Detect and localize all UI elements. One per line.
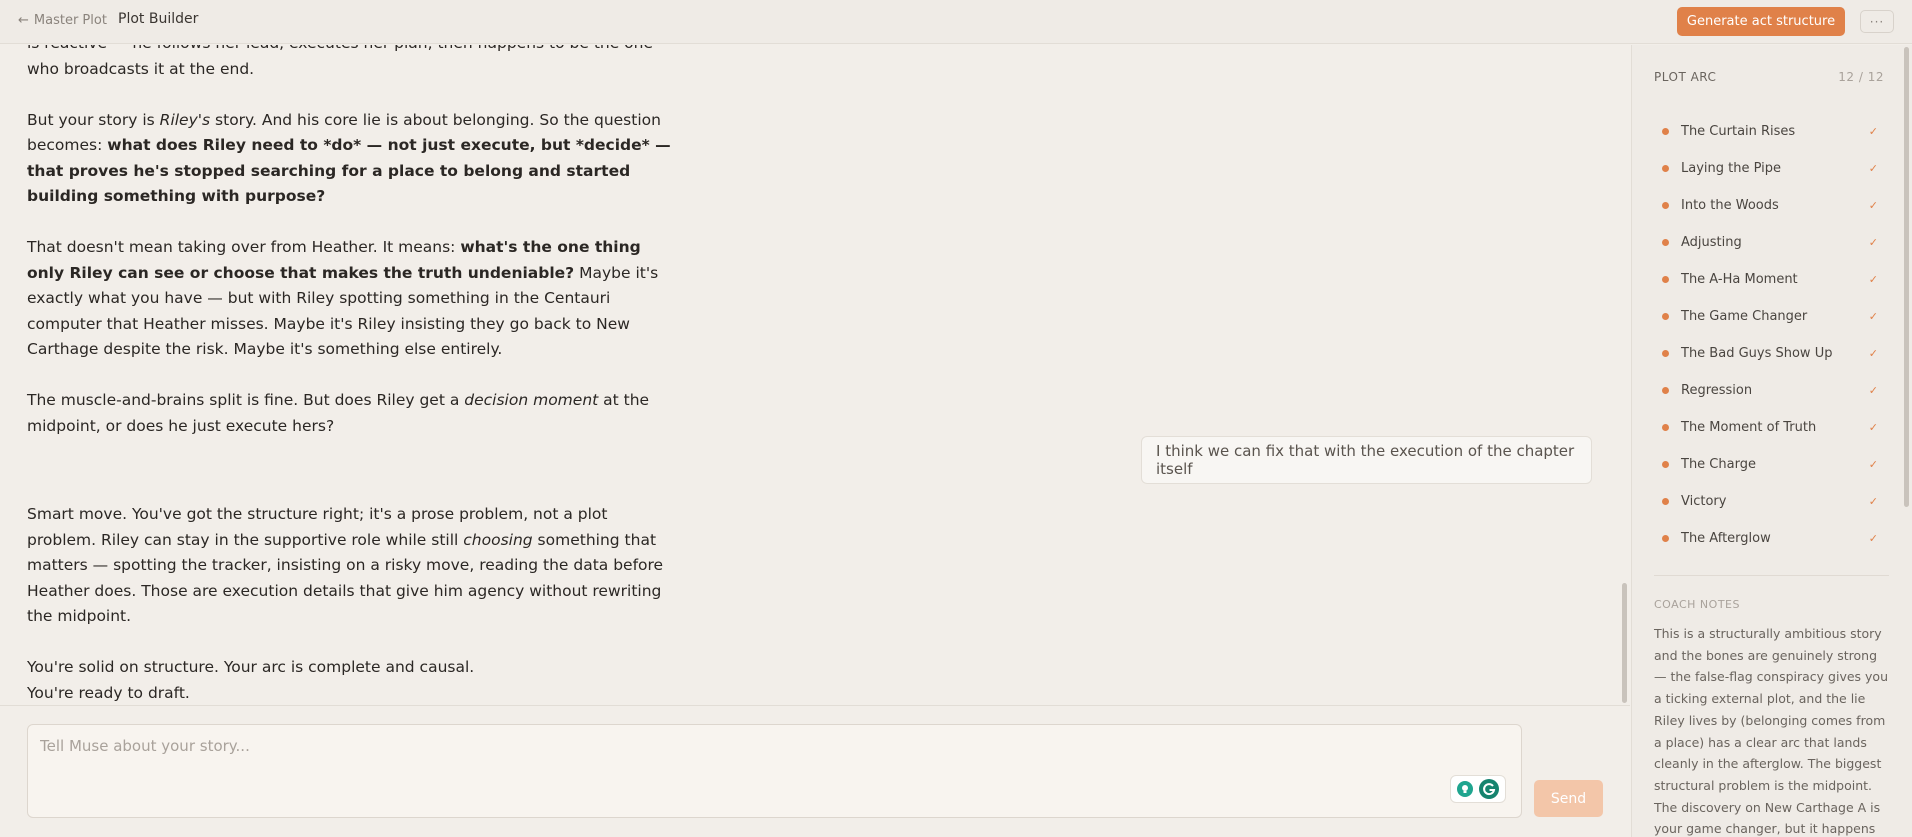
top-bar: ← Master Plot Plot Builder Generate act … [0, 0, 1912, 44]
arc-item[interactable]: The Afterglow ✓ [1654, 520, 1884, 557]
lightbulb-icon[interactable] [1456, 781, 1473, 797]
status-dot-icon [1662, 535, 1669, 542]
composer: Send [0, 705, 1630, 837]
sidebar-scrollbar[interactable] [1904, 47, 1909, 507]
arc-item[interactable]: The Charge ✓ [1654, 446, 1884, 483]
arc-item-label: Victory [1681, 494, 1727, 509]
send-button[interactable]: Send [1534, 780, 1603, 817]
sidebar: PLOT ARC 12 / 12 The Curtain Rises ✓ Layi… [1631, 45, 1912, 837]
assistant-message: Smart move. You've got the structure rig… [27, 502, 677, 705]
coach-notes-title: COACH NOTES [1654, 598, 1740, 611]
generate-act-structure-button[interactable]: Generate act structure [1677, 7, 1845, 36]
check-icon: ✓ [1868, 310, 1878, 323]
coach-notes-body: This is a structurally ambitious story a… [1654, 626, 1889, 837]
check-icon: ✓ [1868, 495, 1878, 508]
arc-item-label: The Game Changer [1681, 309, 1808, 324]
check-icon: ✓ [1868, 273, 1878, 286]
message-paragraph: is reactive — he follows her lead, execu… [27, 45, 653, 78]
arc-item[interactable]: Laying the Pipe ✓ [1654, 150, 1884, 187]
ellipsis-icon: ··· [1869, 14, 1885, 29]
status-dot-icon [1662, 276, 1669, 283]
chat-scrollbar[interactable] [1622, 583, 1627, 703]
arc-item[interactable]: The Moment of Truth ✓ [1654, 409, 1884, 446]
arc-item[interactable]: The Game Changer ✓ [1654, 298, 1884, 335]
check-icon: ✓ [1868, 199, 1878, 212]
arc-item-label: Regression [1681, 383, 1753, 398]
grammar-extension-widget[interactable] [1450, 775, 1506, 803]
more-options-button[interactable]: ··· [1860, 10, 1894, 33]
status-dot-icon [1662, 239, 1669, 246]
arc-item[interactable]: Adjusting ✓ [1654, 224, 1884, 261]
message-input-box[interactable] [27, 724, 1522, 818]
back-link[interactable]: ← Master Plot [18, 13, 107, 28]
message-paragraph: The muscle-and-brains split is fine. But… [27, 391, 650, 435]
plot-arc-header: PLOT ARC 12 / 12 [1654, 70, 1884, 84]
status-dot-icon [1662, 313, 1669, 320]
divider [1654, 575, 1889, 576]
arc-item[interactable]: The A-Ha Moment ✓ [1654, 261, 1884, 298]
status-dot-icon [1662, 165, 1669, 172]
check-icon: ✓ [1868, 421, 1878, 434]
assistant-message: is reactive — he follows her lead, execu… [27, 45, 677, 465]
message-input[interactable] [40, 735, 1440, 757]
status-dot-icon [1662, 498, 1669, 505]
status-dot-icon [1662, 202, 1669, 209]
page-title: Plot Builder [118, 11, 199, 27]
message-paragraph: That doesn't mean taking over from Heath… [27, 238, 659, 358]
plot-arc-list: The Curtain Rises ✓ Laying the Pipe ✓ Into… [1654, 113, 1884, 557]
status-dot-icon [1662, 128, 1669, 135]
arc-item-label: The Afterglow [1681, 531, 1771, 546]
arc-item[interactable]: The Bad Guys Show Up ✓ [1654, 335, 1884, 372]
message-paragraph: You're solid on structure. Your arc is c… [27, 658, 475, 702]
arc-item-label: The Curtain Rises [1681, 124, 1796, 139]
user-message: I think we can fix that with the executi… [1141, 436, 1592, 484]
arc-item[interactable]: Victory ✓ [1654, 483, 1884, 520]
chat-thread[interactable]: is reactive — he follows her lead, execu… [0, 45, 1630, 705]
status-dot-icon [1662, 387, 1669, 394]
arrow-left-icon: ← [18, 13, 29, 28]
arc-item-label: Into the Woods [1681, 198, 1779, 213]
arc-item-label: The Charge [1681, 457, 1756, 472]
status-dot-icon [1662, 350, 1669, 357]
check-icon: ✓ [1868, 458, 1878, 471]
back-link-label: Master Plot [33, 13, 107, 28]
check-icon: ✓ [1868, 162, 1878, 175]
arc-item[interactable]: Regression ✓ [1654, 372, 1884, 409]
plot-arc-title: PLOT ARC [1654, 70, 1717, 84]
check-icon: ✓ [1868, 532, 1878, 545]
plot-arc-count: 12 / 12 [1838, 70, 1884, 84]
grammarly-icon[interactable] [1478, 778, 1500, 800]
arc-item-label: Adjusting [1681, 235, 1742, 250]
check-icon: ✓ [1868, 384, 1878, 397]
arc-item-label: Laying the Pipe [1681, 161, 1782, 176]
check-icon: ✓ [1868, 236, 1878, 249]
arc-item[interactable]: Into the Woods ✓ [1654, 187, 1884, 224]
check-icon: ✓ [1868, 125, 1878, 138]
arc-item-label: The A-Ha Moment [1681, 272, 1798, 287]
arc-item-label: The Moment of Truth [1681, 420, 1817, 435]
check-icon: ✓ [1868, 347, 1878, 360]
message-paragraph: But your story is Riley's story. And his… [27, 110, 671, 206]
arc-item-label: The Bad Guys Show Up [1681, 346, 1833, 361]
message-paragraph: Smart move. You've got the structure rig… [27, 505, 664, 625]
status-dot-icon [1662, 424, 1669, 431]
status-dot-icon [1662, 461, 1669, 468]
arc-item[interactable]: The Curtain Rises ✓ [1654, 113, 1884, 150]
